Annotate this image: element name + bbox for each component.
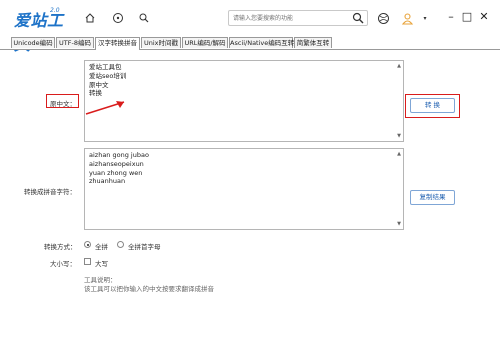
close-icon[interactable]: ✕: [478, 10, 490, 23]
source-label-highlight: [46, 94, 79, 108]
scroll-down-icon[interactable]: ▼: [396, 221, 402, 227]
maximize-icon[interactable]: □: [461, 10, 473, 23]
mode-initials-radio[interactable]: [117, 241, 124, 248]
tab-unicode[interactable]: Unicode编码: [11, 37, 55, 48]
mode-full-label: 全拼: [95, 243, 108, 251]
search-box[interactable]: [228, 10, 368, 26]
user-icon[interactable]: [400, 11, 414, 25]
skin-icon[interactable]: [376, 11, 390, 25]
case-label: 大小写：: [50, 260, 76, 268]
search-input[interactable]: [229, 11, 347, 25]
mode-full-radio[interactable]: [84, 241, 91, 248]
notes-title: 工具说明：: [84, 276, 117, 284]
tab-pinyin[interactable]: 汉字转换拼音: [95, 37, 140, 50]
uppercase-checkbox[interactable]: [84, 258, 91, 265]
minimize-icon[interactable]: –: [445, 10, 457, 23]
tab-utf8[interactable]: UTF-8编码: [56, 37, 94, 48]
result-label: 转换成拼音字符：: [24, 188, 76, 196]
mode-label: 转换方式：: [44, 243, 77, 251]
logo-version: 2.0: [50, 7, 60, 14]
tab-url[interactable]: URL编码/解码: [182, 37, 228, 48]
uppercase-label: 大写: [95, 260, 108, 268]
source-text: 爱站工具包 爱站seo培训 原中文 转换: [89, 63, 127, 98]
scroll-up-icon[interactable]: ▲: [396, 63, 402, 69]
home-icon[interactable]: [83, 11, 97, 25]
tool-tab-bar: Unicode编码 UTF-8编码 汉字转换拼音 Unix时间戳 URL编码/解…: [0, 36, 500, 50]
convert-button[interactable]: 转 换: [410, 98, 455, 113]
copy-result-button[interactable]: 复制结果: [410, 190, 455, 205]
menu-dropdown-icon[interactable]: ▾: [418, 11, 432, 25]
refresh-link-icon[interactable]: [137, 11, 151, 25]
mode-initials-label: 全拼首字母: [128, 243, 161, 251]
result-textarea[interactable]: aizhan gong jubao aizhanseopeixun yuan z…: [84, 148, 404, 230]
arrow-annotation: [85, 101, 125, 115]
scroll-down-icon[interactable]: ▼: [396, 133, 402, 139]
tab-unix-time[interactable]: Unix时间戳: [141, 37, 181, 48]
notes-text: 该工具可以把你输入的中文按要求翻译成拼音: [84, 285, 214, 293]
tool-notes: 工具说明： 该工具可以把你输入的中文按要求翻译成拼音: [84, 276, 214, 294]
target-icon[interactable]: [111, 11, 125, 25]
search-icon[interactable]: [352, 12, 364, 24]
tab-ascii-native[interactable]: Ascii/Native编码互转: [229, 37, 294, 48]
app-logo: 爱站工具 2.0: [14, 7, 76, 54]
scroll-up-icon[interactable]: ▲: [396, 151, 402, 157]
tab-traditional[interactable]: 简繁体互转: [294, 37, 332, 48]
title-bar: 爱站工具 2.0 ▾ – □ ✕: [0, 0, 500, 54]
result-text: aizhan gong jubao aizhanseopeixun yuan z…: [89, 151, 149, 186]
